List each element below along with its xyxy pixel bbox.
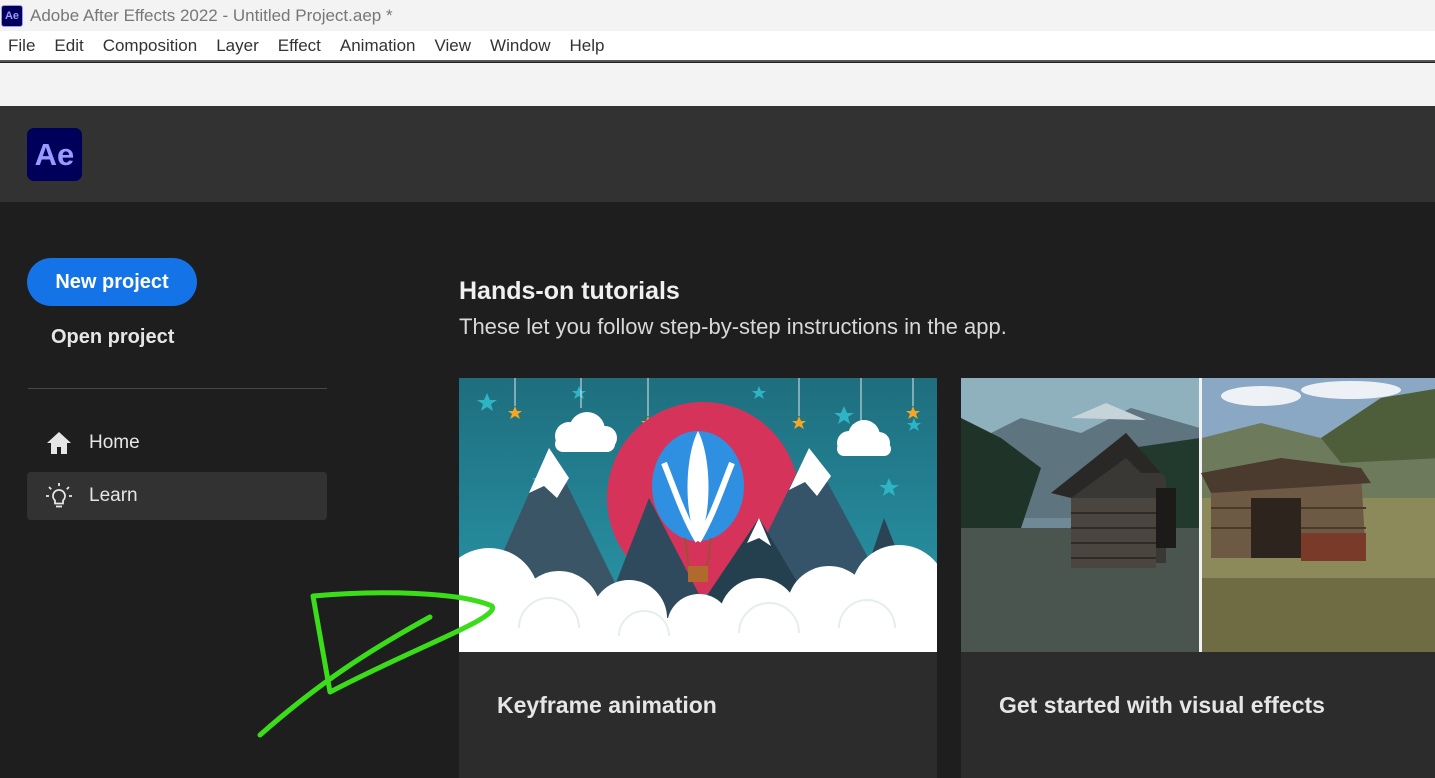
sidebar-item-label: Learn: [89, 485, 138, 506]
menu-composition[interactable]: Composition: [95, 36, 206, 56]
sidebar-item-home[interactable]: Home: [27, 419, 327, 467]
title-bar: Ae Adobe After Effects 2022 - Untitled P…: [0, 0, 1435, 31]
menu-view[interactable]: View: [427, 36, 480, 56]
sidebar-divider: [28, 388, 327, 389]
lightbulb-icon: [45, 482, 73, 510]
sidebar-item-label: Home: [89, 432, 140, 453]
tutorial-thumbnail-cabin: [961, 378, 1435, 652]
tutorial-thumbnail-balloon: [459, 378, 937, 652]
home-icon: [45, 429, 73, 457]
home-header: Ae: [0, 106, 1435, 202]
tool-strip: [0, 63, 1435, 106]
section-subtitle: These let you follow step-by-step instru…: [459, 314, 1007, 339]
ae-logo: Ae: [27, 128, 82, 181]
tutorial-card-visual-effects[interactable]: Get started with visual effects: [961, 378, 1435, 778]
window-title: Adobe After Effects 2022 - Untitled Proj…: [30, 5, 393, 25]
tutorial-card-keyframe[interactable]: Keyframe animation: [459, 378, 937, 778]
home-screen: New project Open project Home Learn Hand…: [0, 202, 1435, 778]
menu-help[interactable]: Help: [562, 36, 613, 56]
card-title: Get started with visual effects: [999, 692, 1325, 718]
open-project-button[interactable]: Open project: [51, 326, 174, 349]
menu-animation[interactable]: Animation: [332, 36, 424, 56]
sidebar-item-learn[interactable]: Learn: [27, 472, 327, 520]
menu-bar: File Edit Composition Layer Effect Anima…: [0, 31, 1435, 62]
app-icon: Ae: [1, 4, 23, 27]
menu-layer[interactable]: Layer: [208, 36, 267, 56]
new-project-button[interactable]: New project: [27, 258, 197, 306]
menu-file[interactable]: File: [0, 36, 43, 56]
menu-window[interactable]: Window: [482, 36, 558, 56]
menu-edit[interactable]: Edit: [46, 36, 91, 56]
section-title: Hands-on tutorials: [459, 277, 680, 305]
menu-effect[interactable]: Effect: [270, 36, 329, 56]
card-title: Keyframe animation: [497, 692, 717, 718]
